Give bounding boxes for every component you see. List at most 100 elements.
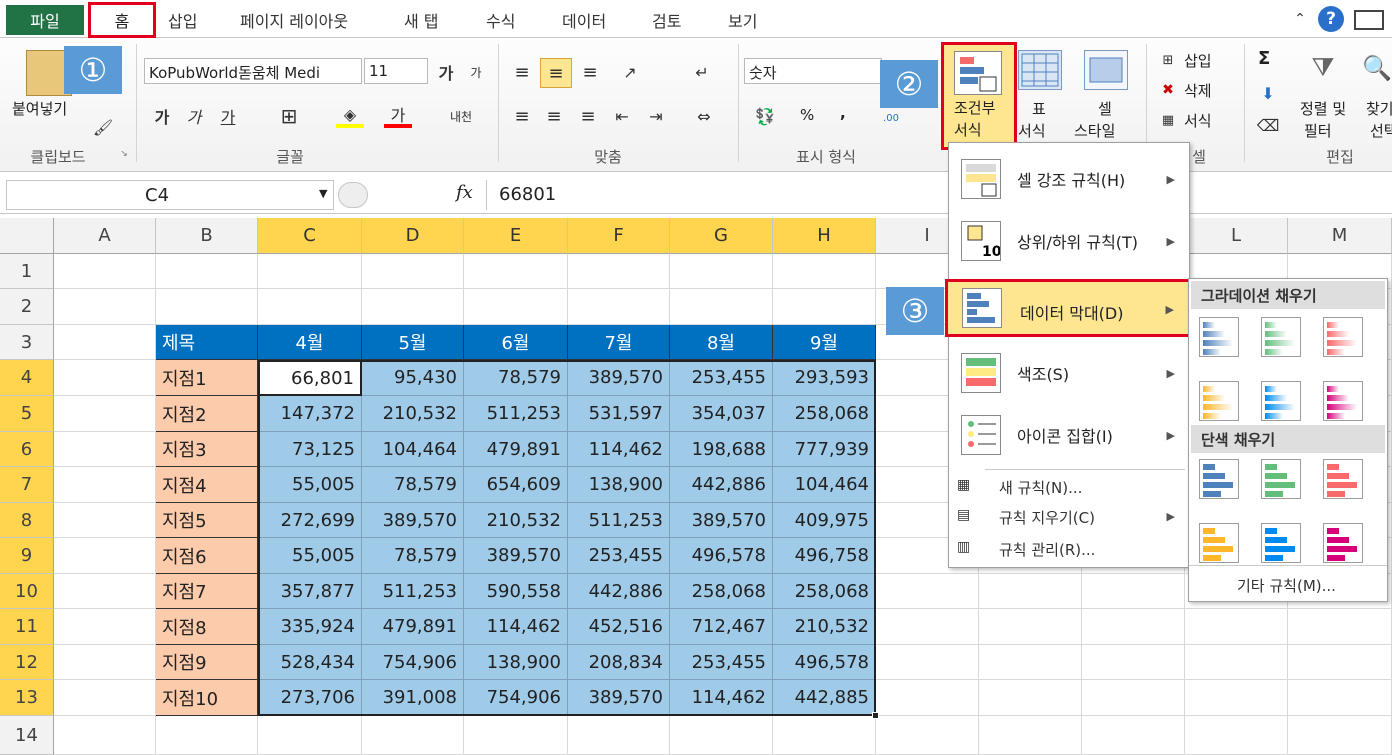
row-label-cell[interactable]: 지점7 bbox=[156, 574, 258, 609]
cell[interactable] bbox=[670, 716, 773, 755]
data-cell[interactable]: 258,068 bbox=[670, 574, 773, 609]
data-cell[interactable]: 389,570 bbox=[568, 680, 670, 716]
menu-item-color-scales[interactable]: 색조(S) ▶ bbox=[949, 349, 1189, 397]
cell[interactable] bbox=[156, 289, 258, 325]
cell[interactable] bbox=[362, 289, 464, 325]
cell[interactable] bbox=[54, 574, 156, 609]
data-cell[interactable]: 114,462 bbox=[670, 680, 773, 716]
orientation-icon[interactable]: ↗ bbox=[612, 58, 648, 86]
menu-item-new-rule[interactable]: ▦ 새 규칙(N)... bbox=[949, 475, 1189, 503]
delete-cells-icon[interactable]: ✖ bbox=[1156, 80, 1180, 100]
row-header-6[interactable]: 6 bbox=[0, 432, 54, 467]
currency-icon[interactable]: 💱 bbox=[750, 102, 780, 130]
data-cell[interactable]: 754,906 bbox=[464, 680, 568, 716]
cell[interactable] bbox=[54, 716, 156, 755]
gradient-fill-blue-option[interactable] bbox=[1199, 317, 1239, 357]
solid-fill-orange-option[interactable] bbox=[1199, 523, 1239, 563]
gradient-fill-light-blue-option[interactable] bbox=[1261, 381, 1301, 421]
table-header-cell[interactable]: 6월 bbox=[464, 325, 568, 360]
menu-item-clear-rules[interactable]: ▤ 규칙 지우기(C) ▶ bbox=[949, 505, 1189, 533]
cell[interactable] bbox=[156, 254, 258, 289]
data-cell[interactable]: 511,253 bbox=[568, 503, 670, 538]
find-select-label-1[interactable]: 찾기 bbox=[1366, 98, 1392, 119]
table-header-cell[interactable]: 8월 bbox=[670, 325, 773, 360]
column-header-A[interactable]: A bbox=[54, 218, 156, 254]
menu-item-top-bottom-rules[interactable]: 10 상위/하위 규칙(T) ▶ bbox=[949, 217, 1189, 265]
data-cell[interactable]: 590,558 bbox=[464, 574, 568, 609]
cell[interactable] bbox=[464, 254, 568, 289]
data-cell[interactable]: 389,570 bbox=[670, 503, 773, 538]
table-header-cell[interactable]: 7월 bbox=[568, 325, 670, 360]
data-cell[interactable]: 55,005 bbox=[258, 467, 362, 503]
column-header-E[interactable]: E bbox=[464, 218, 568, 254]
row-header-13[interactable]: 13 bbox=[0, 680, 54, 716]
cell[interactable] bbox=[568, 254, 670, 289]
table-header-cell[interactable]: 9월 bbox=[773, 325, 876, 360]
insert-cells-icon[interactable]: ⊞ bbox=[1156, 50, 1180, 70]
column-header-H[interactable]: H bbox=[773, 218, 876, 254]
cell[interactable] bbox=[464, 716, 568, 755]
name-box[interactable]: C4 ▼ bbox=[6, 180, 334, 210]
cell-style-label-2[interactable]: 스타일 bbox=[1074, 120, 1115, 141]
select-all-corner[interactable] bbox=[0, 218, 54, 254]
cell[interactable] bbox=[773, 289, 876, 325]
align-top-icon[interactable]: ≡ bbox=[508, 58, 536, 86]
tab-new[interactable]: 새 탭 bbox=[404, 8, 439, 32]
formula-input[interactable]: 66801 bbox=[486, 180, 1390, 210]
minimize-ribbon-icon[interactable]: ⌃ bbox=[1290, 9, 1310, 29]
cell[interactable] bbox=[362, 716, 464, 755]
data-cell[interactable]: 442,885 bbox=[773, 680, 876, 716]
bold-icon[interactable]: 가 bbox=[150, 104, 174, 128]
gradient-fill-red-option[interactable] bbox=[1323, 317, 1363, 357]
delete-cells-button[interactable]: 삭제 bbox=[1184, 80, 1212, 101]
solid-fill-blue-option[interactable] bbox=[1199, 459, 1239, 499]
comma-button[interactable]: , bbox=[840, 104, 846, 122]
cell[interactable] bbox=[464, 289, 568, 325]
align-right-icon[interactable]: ≡ bbox=[574, 102, 602, 130]
column-header-G[interactable]: G bbox=[670, 218, 773, 254]
tab-page-layout[interactable]: 페이지 레이아웃 bbox=[240, 8, 348, 32]
column-header-D[interactable]: D bbox=[362, 218, 464, 254]
data-cell[interactable]: 354,037 bbox=[670, 396, 773, 432]
fill-color-icon[interactable]: ◈ bbox=[336, 104, 364, 128]
tab-review[interactable]: 검토 bbox=[652, 8, 681, 32]
data-cell[interactable]: 654,609 bbox=[464, 467, 568, 503]
sort-filter-label-1[interactable]: 정렬 및 bbox=[1300, 98, 1346, 119]
cell[interactable] bbox=[1288, 645, 1392, 680]
cell[interactable] bbox=[1288, 680, 1392, 716]
cell[interactable] bbox=[1082, 574, 1185, 609]
solid-fill-purple-option[interactable] bbox=[1323, 523, 1363, 563]
paste-button[interactable]: 붙여넣기 bbox=[12, 98, 67, 119]
data-cell[interactable]: 114,462 bbox=[568, 432, 670, 467]
column-header-M[interactable]: M bbox=[1288, 218, 1392, 254]
data-cell[interactable]: 273,706 bbox=[258, 680, 362, 716]
data-cell[interactable]: 754,906 bbox=[362, 645, 464, 680]
data-cell[interactable]: 452,516 bbox=[568, 609, 670, 645]
find-select-label-2[interactable]: 선택 bbox=[1370, 120, 1392, 141]
solid-fill-green-option[interactable] bbox=[1261, 459, 1301, 499]
data-cell[interactable]: 293,593 bbox=[773, 360, 876, 396]
percent-button[interactable]: % bbox=[800, 106, 814, 124]
help-icon[interactable]: ? bbox=[1318, 6, 1344, 32]
cell[interactable] bbox=[876, 574, 979, 609]
cell[interactable] bbox=[54, 609, 156, 645]
data-cell[interactable]: 210,532 bbox=[362, 396, 464, 432]
table-format-label-1[interactable]: 표 bbox=[1032, 98, 1046, 119]
data-cell[interactable]: 253,455 bbox=[670, 360, 773, 396]
data-cell[interactable]: 357,877 bbox=[258, 574, 362, 609]
data-cell[interactable]: 138,900 bbox=[568, 467, 670, 503]
row-header-7[interactable]: 7 bbox=[0, 467, 54, 503]
format-painter-icon[interactable]: 🖌 bbox=[90, 114, 116, 140]
column-header-L[interactable]: L bbox=[1185, 218, 1288, 254]
data-cell[interactable]: 511,253 bbox=[464, 396, 568, 432]
table-header-cell[interactable]: 5월 bbox=[362, 325, 464, 360]
cell[interactable] bbox=[979, 645, 1082, 680]
data-cell[interactable]: 210,532 bbox=[464, 503, 568, 538]
align-left-icon[interactable]: ≡ bbox=[508, 102, 536, 130]
data-cell[interactable]: 208,834 bbox=[568, 645, 670, 680]
dialog-launcher-icon[interactable]: ↘ bbox=[118, 148, 130, 160]
cell[interactable] bbox=[670, 254, 773, 289]
cell[interactable] bbox=[568, 289, 670, 325]
column-header-C[interactable]: C bbox=[258, 218, 362, 254]
data-cell[interactable]: 531,597 bbox=[568, 396, 670, 432]
